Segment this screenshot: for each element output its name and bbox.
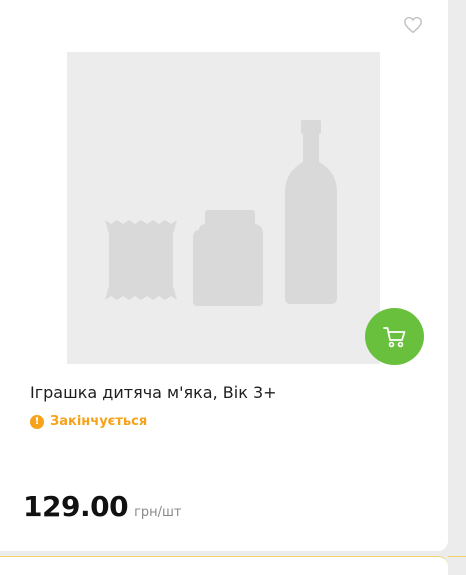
- price-row: 129.00 грн/шт: [23, 490, 182, 523]
- product-price: 129.00: [23, 490, 129, 523]
- product-image-placeholder[interactable]: [67, 52, 380, 364]
- stock-status-text: Закінчується: [50, 414, 148, 429]
- stock-status: ! Закінчується: [30, 414, 147, 429]
- product-title[interactable]: Іграшка дитяча м'яка, Вік 3+: [30, 382, 420, 404]
- next-product-card[interactable]: [0, 556, 448, 575]
- favorite-button[interactable]: [402, 15, 424, 35]
- shopping-cart-icon: [382, 326, 405, 347]
- exclamation-circle-icon: !: [30, 414, 44, 429]
- divider: [448, 556, 466, 557]
- product-card[interactable]: Іграшка дитяча м'яка, Вік 3+ ! Закінчуєт…: [0, 0, 448, 551]
- heart-outline-icon: [404, 16, 422, 34]
- product-placeholder-icon: [105, 120, 337, 306]
- price-unit: грн/шт: [134, 505, 182, 520]
- add-to-cart-button[interactable]: [365, 308, 424, 365]
